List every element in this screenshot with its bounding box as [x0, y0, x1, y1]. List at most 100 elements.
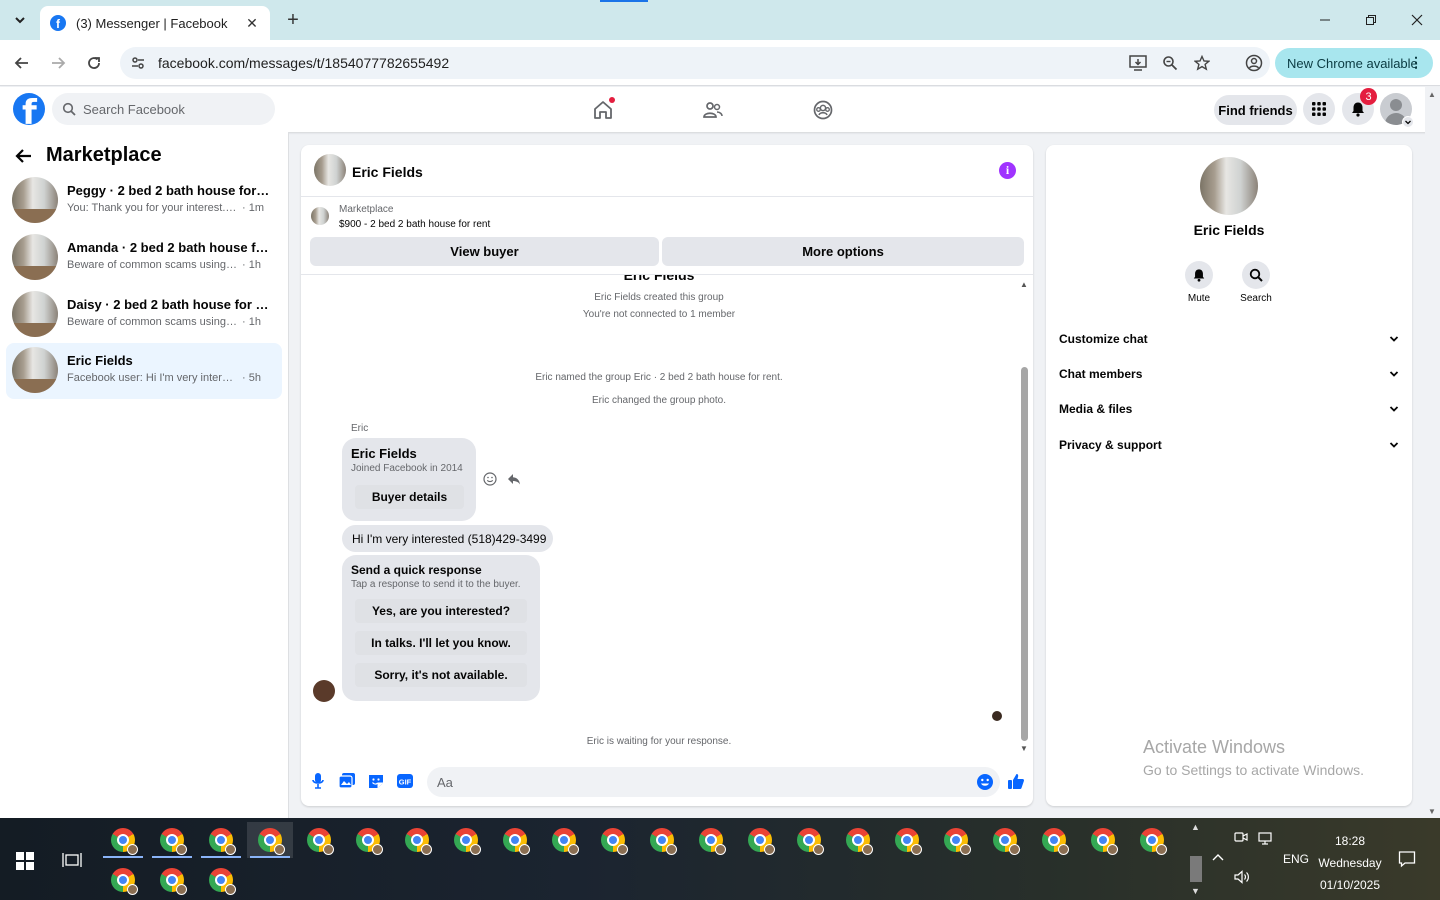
page-scroll-down-icon[interactable]: ▼ — [1428, 807, 1436, 816]
back-arrow-icon[interactable] — [14, 146, 34, 166]
listing-title[interactable]: $900 - 2 bed 2 bath house for rent — [339, 219, 490, 230]
taskbar-chrome-app[interactable] — [933, 822, 979, 858]
facebook-logo-icon[interactable]: f — [13, 93, 45, 125]
show-hidden-icons-chevron-icon[interactable] — [1211, 852, 1225, 862]
task-view-icon[interactable] — [62, 850, 82, 870]
react-smiley-icon[interactable] — [483, 472, 497, 486]
taskbar-chrome-app[interactable] — [394, 822, 440, 858]
groups-icon[interactable] — [808, 95, 838, 125]
windows-start-icon[interactable] — [16, 852, 34, 870]
taskbar-chrome-app[interactable] — [247, 822, 293, 858]
taskbar-chrome-app[interactable] — [639, 822, 685, 858]
section-customize-chat[interactable]: Customize chat — [1046, 323, 1412, 355]
language-indicator[interactable]: ENG — [1283, 852, 1309, 866]
info-icon[interactable]: i — [999, 162, 1016, 179]
sender-avatar[interactable] — [313, 680, 335, 702]
window-close-icon[interactable] — [1394, 0, 1440, 40]
tab-search-chevron-icon[interactable] — [8, 8, 32, 32]
taskbar-chrome-app[interactable] — [100, 862, 146, 898]
taskbar-chrome-app[interactable] — [100, 822, 146, 858]
menu-grid-icon[interactable] — [1303, 93, 1335, 125]
view-buyer-button[interactable]: View buyer — [310, 237, 659, 266]
emoji-icon[interactable] — [976, 773, 994, 791]
address-bar[interactable]: facebook.com/messages/t/1854077782655492 — [120, 47, 1270, 79]
reply-arrow-icon[interactable] — [507, 472, 521, 486]
microphone-icon[interactable] — [308, 771, 328, 791]
taskbar-chrome-app[interactable] — [884, 822, 930, 858]
search-input[interactable] — [83, 101, 253, 117]
taskbar-chrome-app[interactable] — [1031, 822, 1077, 858]
taskbar-chrome-app[interactable] — [345, 822, 391, 858]
contact-name[interactable]: Eric Fields — [352, 164, 423, 180]
window-restore-icon[interactable] — [1348, 0, 1394, 40]
conversation-item[interactable]: Amanda · 2 bed 2 bath house for r... Bew… — [6, 230, 282, 286]
reload-icon[interactable] — [80, 49, 108, 77]
chrome-menu-icon[interactable]: ⋮ — [1409, 54, 1423, 71]
taskbar-chrome-app[interactable] — [688, 822, 734, 858]
scroll-down-icon[interactable]: ▼ — [1019, 743, 1029, 753]
contact-profile-photo[interactable] — [1200, 157, 1258, 215]
quick-reply-button[interactable]: In talks. I'll let you know. — [355, 631, 527, 655]
window-minimize-icon[interactable] — [1302, 0, 1348, 40]
network-icon[interactable] — [1258, 831, 1274, 845]
notifications-bell-icon[interactable]: 3 — [1342, 88, 1377, 125]
facebook-search[interactable] — [52, 93, 275, 125]
bell-icon[interactable] — [1185, 261, 1213, 289]
taskbar-scroll-up-icon[interactable]: ▲ — [1191, 822, 1200, 832]
system-clock[interactable]: 18:28 Wednesday 01/10/2025 — [1316, 830, 1384, 896]
home-icon[interactable] — [588, 95, 618, 125]
new-tab-plus-icon[interactable]: + — [282, 9, 304, 31]
page-scrollbar[interactable]: ▲ ▼ — [1425, 87, 1440, 818]
notification-center-icon[interactable] — [1398, 850, 1416, 868]
taskbar-chrome-app[interactable] — [296, 822, 342, 858]
tab-close-icon[interactable]: ✕ — [244, 15, 260, 31]
search-icon[interactable] — [1242, 261, 1270, 289]
taskbar-chrome-app[interactable] — [443, 822, 489, 858]
scroll-thumb[interactable] — [1021, 367, 1028, 741]
taskbar-chrome-app[interactable] — [541, 822, 587, 858]
quick-reply-button[interactable]: Yes, are you interested? — [355, 599, 527, 623]
taskbar-chrome-app[interactable] — [198, 822, 244, 858]
site-settings-icon[interactable] — [130, 55, 146, 71]
page-scroll-up-icon[interactable]: ▲ — [1428, 90, 1436, 99]
taskbar-chrome-app[interactable] — [492, 822, 538, 858]
conversation-item-active[interactable]: Eric Fields Facebook user: Hi I'm very i… — [6, 343, 282, 399]
taskbar-chrome-app[interactable] — [149, 862, 195, 898]
message-input-box[interactable] — [427, 767, 1000, 797]
photo-icon[interactable] — [337, 771, 357, 791]
scroll-up-icon[interactable]: ▲ — [1019, 279, 1029, 289]
taskbar-chrome-app[interactable] — [590, 822, 636, 858]
search-in-conversation-action[interactable]: Search — [1226, 261, 1286, 304]
gif-icon[interactable]: GIF — [395, 771, 415, 791]
contact-avatar[interactable] — [314, 154, 346, 186]
like-thumbs-up-icon[interactable] — [1006, 771, 1026, 791]
sticker-icon[interactable] — [366, 771, 386, 791]
message-thread[interactable]: Eric Fields Eric Fields created this gro… — [301, 275, 1017, 753]
taskbar-chrome-app[interactable] — [786, 822, 832, 858]
thread-scrollbar[interactable]: ▲ ▼ — [1017, 279, 1031, 755]
more-options-button[interactable]: More options — [662, 237, 1024, 266]
taskbar-chrome-app[interactable] — [982, 822, 1028, 858]
volume-icon[interactable] — [1234, 870, 1250, 884]
find-friends-button[interactable]: Find friends — [1214, 95, 1297, 125]
taskbar-chrome-app[interactable] — [835, 822, 881, 858]
buyer-details-button[interactable]: Buyer details — [355, 485, 464, 509]
mute-action[interactable]: Mute — [1169, 261, 1229, 304]
meet-now-icon[interactable] — [1234, 830, 1248, 844]
section-chat-members[interactable]: Chat members — [1046, 358, 1412, 390]
quick-reply-button[interactable]: Sorry, it's not available. — [355, 663, 527, 687]
taskbar-chrome-app[interactable] — [1080, 822, 1126, 858]
back-arrow-icon[interactable] — [8, 49, 36, 77]
taskbar-chrome-app[interactable] — [149, 822, 195, 858]
taskbar-chrome-app[interactable] — [737, 822, 783, 858]
taskbar-scroll-down-icon[interactable]: ▼ — [1191, 886, 1200, 896]
friends-icon[interactable] — [698, 95, 728, 125]
new-chrome-available-button[interactable]: New Chrome available ⋮ — [1275, 48, 1433, 78]
forward-arrow-icon[interactable] — [44, 49, 72, 77]
install-app-icon[interactable] — [1124, 47, 1152, 79]
taskbar-chrome-app[interactable] — [198, 862, 244, 898]
taskbar-chrome-app[interactable] — [1129, 822, 1175, 858]
taskbar-scroll[interactable]: ▲ ▼ — [1188, 818, 1204, 900]
conversation-item[interactable]: Daisy · 2 bed 2 bath house for rent Bewa… — [6, 287, 282, 343]
message-input[interactable] — [437, 774, 957, 790]
